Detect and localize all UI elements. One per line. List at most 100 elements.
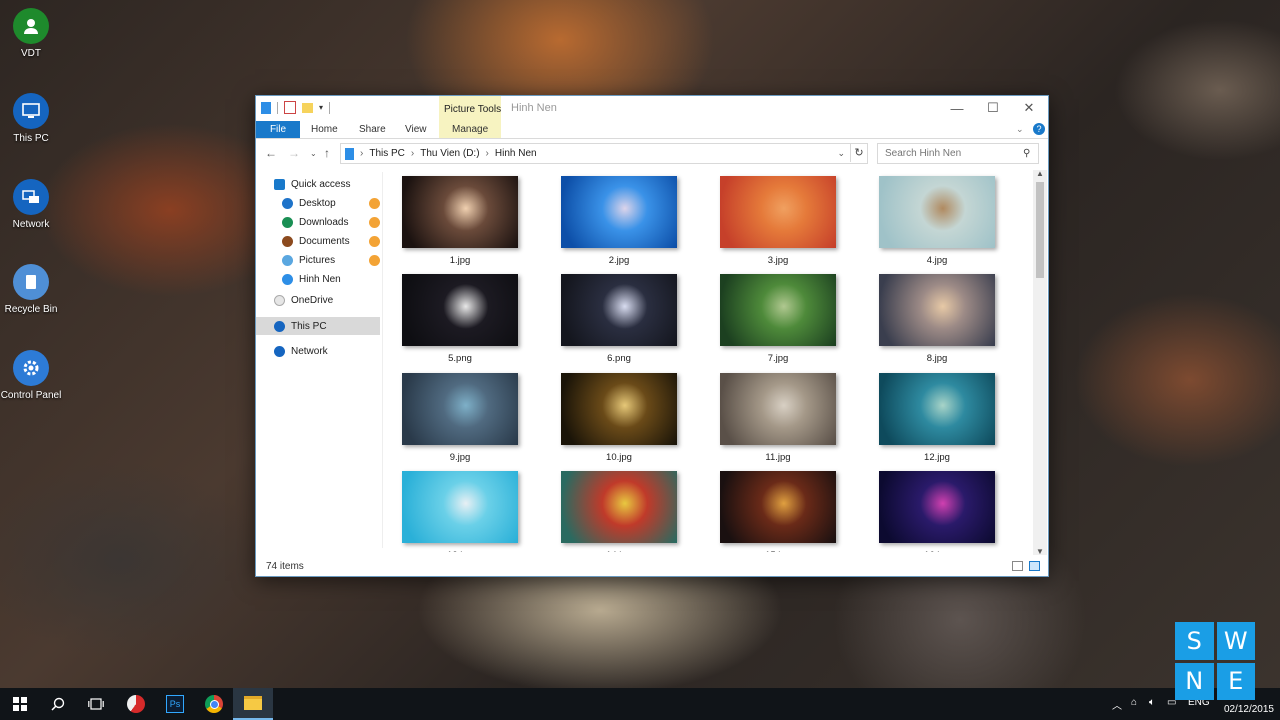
image-thumbnail	[402, 373, 518, 445]
file-item[interactable]: 9.jpg	[402, 373, 518, 463]
file-item[interactable]: 6.png	[561, 274, 677, 364]
file-item[interactable]: 5.png	[402, 274, 518, 364]
nav-network[interactable]: Network	[256, 342, 380, 360]
network-tray-icon[interactable]: ⌂	[1131, 697, 1137, 708]
file-item[interactable]: 13.jpg	[402, 471, 518, 552]
tray-chevron-icon[interactable]: ︿	[1112, 697, 1122, 712]
details-view-icon[interactable]	[1012, 561, 1023, 571]
desktop-icon-label: Network	[12, 219, 50, 230]
monitor-icon	[13, 93, 49, 129]
title-bar[interactable]: ▾ Picture Tools Hinh Nen — ☐ ✕	[256, 96, 1048, 139]
recycle-bin-icon	[13, 264, 49, 300]
file-item[interactable]: 12.jpg	[879, 373, 995, 463]
minimize-button[interactable]: —	[939, 96, 975, 120]
desktop-icon-this-pc[interactable]: This PC	[0, 93, 62, 144]
nav-item-documents[interactable]: Documents	[256, 232, 380, 250]
volume-icon[interactable]: 🔈︎	[1149, 697, 1155, 708]
breadcrumb-folder[interactable]: Hinh Nen	[495, 148, 537, 159]
image-thumbnail	[720, 176, 836, 248]
file-item[interactable]: 14.jpg	[561, 471, 677, 552]
status-item-count: 74 items	[266, 561, 304, 572]
desktop-icon-control-panel[interactable]: Control Panel	[0, 350, 62, 401]
file-item[interactable]: 15.jpg	[720, 471, 836, 552]
desktop-icon-vdt[interactable]: VDT	[0, 8, 62, 59]
large-icons-view-icon[interactable]	[1029, 561, 1040, 571]
ribbon-tabs: File Home Share View Manage ⌄ ?	[256, 121, 1048, 139]
desktop-icon-label: Recycle Bin	[4, 304, 58, 315]
search-icon[interactable]: ⚲	[1023, 148, 1030, 159]
address-row: ← → ⌄ ↑ › This PC › Thu Vien (D:) › Hinh…	[256, 141, 1048, 165]
nav-this-pc[interactable]: This PC	[256, 317, 380, 335]
pin-icon	[369, 254, 380, 266]
ribbon-expand-icon[interactable]: ⌄	[1016, 124, 1024, 135]
folder-icon	[244, 696, 262, 710]
file-item[interactable]: 2.jpg	[561, 176, 677, 266]
nav-item-pictures[interactable]: Pictures	[256, 251, 380, 269]
desktop-icon-recycle-bin[interactable]: Recycle Bin	[0, 264, 62, 315]
file-name: 5.png	[448, 353, 472, 364]
nav-item-hinh-nen[interactable]: Hinh Nen	[256, 270, 380, 288]
file-item[interactable]: 1.jpg	[402, 176, 518, 266]
task-view-button[interactable]	[76, 688, 116, 720]
desktop-icon-label: VDT	[21, 48, 41, 59]
taskbar-app-photoshop[interactable]: Ps	[155, 688, 195, 720]
address-dropdown-icon[interactable]: ⌄	[837, 148, 845, 159]
tab-home[interactable]: Home	[311, 124, 338, 135]
scroll-thumb[interactable]	[1036, 182, 1044, 278]
address-bar[interactable]: › This PC › Thu Vien (D:) › Hinh Nen ⌄	[340, 143, 868, 164]
tab-view[interactable]: View	[405, 124, 427, 135]
new-folder-icon[interactable]	[302, 102, 313, 113]
nav-item-desktop[interactable]: Desktop	[256, 194, 380, 212]
nav-item-downloads[interactable]: Downloads	[256, 213, 380, 231]
file-item[interactable]: 16.jpg	[879, 471, 995, 552]
search-box: ⚲	[877, 143, 1039, 164]
watermark-letter: W	[1216, 622, 1255, 660]
nav-quick-access[interactable]: Quick access	[256, 175, 380, 193]
image-thumbnail	[879, 274, 995, 346]
close-button[interactable]: ✕	[1011, 96, 1047, 120]
maximize-button[interactable]: ☐	[975, 96, 1011, 120]
nav-onedrive[interactable]: OneDrive	[256, 291, 380, 309]
taskbar-app-chrome[interactable]	[194, 688, 234, 720]
pin-icon	[369, 216, 380, 228]
desktop-icon-network[interactable]: Network	[0, 179, 62, 230]
file-item[interactable]: 3.jpg	[720, 176, 836, 266]
file-item[interactable]: 10.jpg	[561, 373, 677, 463]
search-button[interactable]	[38, 688, 78, 720]
tab-file[interactable]: File	[256, 121, 300, 138]
breadcrumb-this-pc[interactable]: This PC	[369, 148, 405, 159]
file-item[interactable]: 11.jpg	[720, 373, 836, 463]
user-icon	[13, 8, 49, 44]
back-button[interactable]: ←	[265, 146, 277, 160]
breadcrumb-drive[interactable]: Thu Vien (D:)	[420, 148, 479, 159]
file-name: 10.jpg	[606, 452, 632, 463]
file-item[interactable]: 4.jpg	[879, 176, 995, 266]
start-button[interactable]	[0, 688, 40, 720]
search-input[interactable]	[883, 147, 1023, 160]
taskbar-app-file-explorer[interactable]	[233, 688, 273, 720]
chevron-down-icon[interactable]: ▾	[319, 103, 323, 112]
file-item[interactable]: 7.jpg	[720, 274, 836, 364]
pin-icon	[369, 235, 380, 247]
nav-item-label: Downloads	[299, 216, 349, 228]
tab-manage[interactable]: Manage	[452, 124, 488, 135]
network-icon	[13, 179, 49, 215]
help-icon[interactable]: ?	[1033, 123, 1045, 135]
scroll-up-icon[interactable]: ▲	[1036, 169, 1044, 178]
up-button[interactable]: ↑	[324, 146, 330, 160]
file-name: 6.png	[607, 353, 631, 364]
properties-icon[interactable]	[284, 101, 296, 114]
image-thumbnail	[720, 274, 836, 346]
refresh-button[interactable]: ↻	[850, 143, 867, 162]
forward-button[interactable]: →	[288, 146, 300, 160]
recent-locations-button[interactable]: ⌄	[310, 149, 317, 158]
chrome-icon	[205, 695, 223, 713]
vertical-scrollbar[interactable]: ▲ ▼	[1033, 169, 1047, 556]
taskbar-app-ccleaner[interactable]	[116, 688, 156, 720]
scroll-down-icon[interactable]: ▼	[1036, 547, 1044, 556]
star-icon	[274, 178, 285, 190]
swne-watermark-logo: S W N E	[1175, 622, 1255, 700]
context-tab-group-label: Picture Tools	[444, 104, 502, 115]
file-item[interactable]: 8.jpg	[879, 274, 995, 364]
tab-share[interactable]: Share	[359, 124, 386, 135]
